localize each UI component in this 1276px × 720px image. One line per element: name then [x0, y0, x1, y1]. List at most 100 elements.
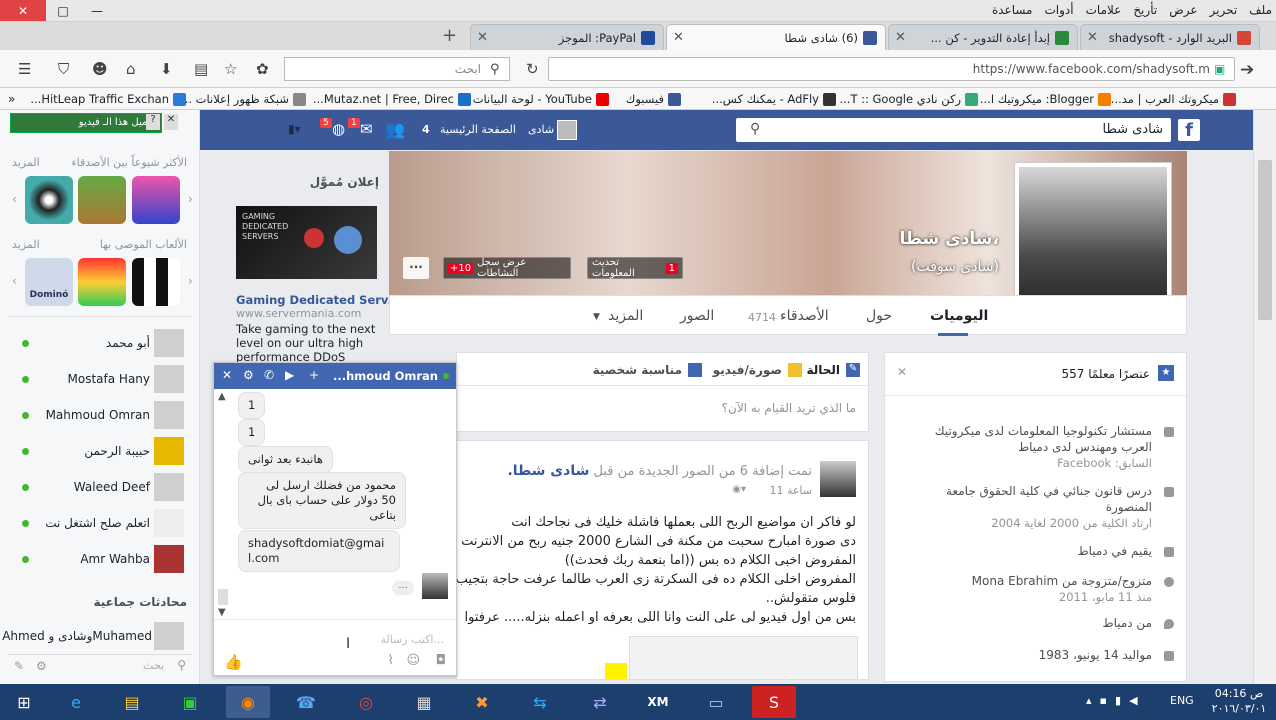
network-icon[interactable]: ▮ — [1115, 694, 1121, 707]
xm-app-icon[interactable]: XM — [636, 686, 680, 718]
close-icon[interactable]: ✕ — [164, 114, 178, 130]
clipboard-icon[interactable]: ▤ — [194, 60, 208, 78]
chat-message-input[interactable]: اكتب رسالة... — [380, 633, 444, 646]
menu-view[interactable]: عرض — [1169, 3, 1197, 17]
contact-item[interactable]: Mahmoud Omran — [12, 400, 192, 430]
screen-recorder-icon[interactable]: S — [752, 686, 796, 718]
phone-app-icon[interactable]: ☎ — [284, 686, 328, 718]
window-app-icon[interactable]: ▭ — [694, 686, 738, 718]
status-tab[interactable]: الحالة — [806, 363, 840, 377]
phone-icon[interactable]: ✆ — [264, 368, 274, 382]
edit-icon[interactable]: ✎ — [14, 659, 24, 673]
contact-item[interactable]: أبو محمد — [12, 328, 192, 358]
ad-title-link[interactable]: Gaming Dedicated Serv... — [236, 293, 401, 307]
post-photo[interactable] — [629, 636, 858, 679]
contact-item[interactable]: Mostafa Hany — [12, 364, 192, 394]
globe-icon[interactable]: ◍ — [332, 120, 345, 138]
tab-facebook[interactable]: (6) شادى شطا ✕ — [666, 24, 886, 50]
intro-text[interactable]: من دمياط — [922, 615, 1152, 631]
chevron-up-icon[interactable]: ▲ — [218, 391, 226, 402]
contact-item[interactable]: Waleed Deef — [12, 472, 192, 502]
back-arrow-icon[interactable]: ➔ — [1240, 60, 1254, 80]
update-info-button[interactable]: تحديث المعلومات 1 — [587, 257, 683, 279]
close-tab-icon[interactable]: ✕ — [1087, 30, 1098, 45]
internet-explorer-icon[interactable]: e — [54, 686, 98, 718]
tab-recycle[interactable]: إبدأ إعادة التدوير - كن ... ✕ — [888, 24, 1078, 50]
lock-icon[interactable]: ▮▾ — [288, 122, 301, 136]
intro-text[interactable]: درس قانون جنائي في كلية الحقوق جامعة الم… — [922, 483, 1152, 515]
bookmark-item[interactable]: YouTube - لوحة البيانات — [473, 92, 609, 106]
bookmark-item[interactable]: ركن نادي T :: Google... — [839, 92, 978, 106]
thumbs-up-icon[interactable]: 👍 — [224, 653, 243, 671]
profile-name[interactable]: شادى شطا، — [900, 229, 999, 249]
home-icon[interactable]: ⌂ — [126, 60, 136, 78]
close-tab-icon[interactable]: ✕ — [673, 30, 684, 45]
game-domino-icon[interactable]: Dominó — [25, 258, 73, 306]
chevron-left-icon[interactable]: ‹ — [12, 192, 17, 206]
chevron-right-icon[interactable]: › — [188, 192, 193, 206]
menu-icon[interactable]: ☰ — [18, 60, 31, 78]
contact-item[interactable]: حبيبة الرحمن — [12, 436, 192, 466]
post-photo-thumb[interactable] — [605, 663, 627, 679]
bookmark-item[interactable]: Blogger: ميكروتيك ا... — [980, 92, 1111, 106]
messages-icon[interactable]: ✉ — [360, 120, 373, 138]
profile-link[interactable]: شادى — [528, 123, 554, 136]
chevron-right-icon[interactable]: › — [188, 274, 193, 288]
more-options-button[interactable]: ... — [403, 257, 429, 279]
tab-friends[interactable]: الأصدقاء — [780, 308, 829, 324]
shield-icon[interactable]: ⛉ — [58, 60, 69, 78]
game-checkers-icon[interactable] — [132, 258, 180, 306]
chrome-icon[interactable]: ◎ — [344, 686, 388, 718]
game-puzzle-icon[interactable] — [132, 176, 180, 224]
page-scrollbar[interactable] — [1253, 110, 1276, 684]
bookmark-item[interactable]: ميكروتك العرب | مد... — [1111, 92, 1236, 106]
download-icon[interactable]: ⬇ — [160, 60, 173, 78]
tab-photos[interactable]: الصور — [680, 308, 714, 324]
game-candy-icon[interactable] — [78, 258, 126, 306]
composer-input[interactable]: ما الذي تريد القيام به الآن؟ — [722, 401, 856, 415]
post-author[interactable]: شادى شطا. — [507, 463, 589, 479]
search-icon[interactable]: ⚲ — [750, 121, 760, 137]
tray-icon[interactable]: ▪ — [1100, 694, 1107, 707]
more-link[interactable]: المزيد — [12, 156, 40, 169]
store-icon[interactable]: ▣ — [168, 686, 212, 718]
emoji-icon[interactable]: ☺ — [406, 653, 420, 668]
xampp-icon[interactable]: ✖ — [460, 686, 504, 718]
chat-icon[interactable]: ☻ — [92, 60, 108, 78]
tab-timeline[interactable]: اليوميات — [930, 308, 988, 324]
more-link[interactable]: المزيد — [12, 238, 40, 251]
close-tab-icon[interactable]: ✕ — [477, 30, 488, 45]
intro-text[interactable]: يقيم في دمياط — [922, 543, 1152, 559]
reload-icon[interactable]: ↻ — [526, 60, 539, 78]
bookmark-item[interactable]: Mutaz.net | Free, Direc... — [313, 92, 471, 106]
terminal-icon[interactable]: ▦ — [402, 686, 446, 718]
language-indicator[interactable]: ENG — [1170, 694, 1194, 707]
start-button-icon[interactable]: ⊞ — [2, 686, 46, 718]
tray-icon[interactable]: ▴ — [1086, 694, 1092, 707]
tab-more[interactable]: المزيد — [608, 308, 643, 324]
menu-bookmarks[interactable]: علامات — [1086, 3, 1122, 17]
ad-banner-image[interactable]: GAMING DEDICATED SERVERS — [236, 206, 377, 279]
game-8ball-icon[interactable] — [25, 176, 73, 224]
audience-icon[interactable]: ◉▾ — [732, 484, 746, 495]
minimize-window-button[interactable]: — — [80, 0, 114, 21]
search-input[interactable]: ابحث — [284, 57, 510, 81]
settings-icon[interactable]: ⚙ — [36, 659, 47, 673]
menu-edit[interactable]: تحرير — [1210, 3, 1238, 17]
extension-icon[interactable]: ✿ — [256, 60, 269, 78]
url-input[interactable]: https://www.facebook.com/shadysoft.m — [548, 57, 1235, 81]
contact-item[interactable]: Amr Wahba — [12, 544, 192, 574]
search-icon[interactable]: ⚲ — [177, 658, 186, 672]
menu-history[interactable]: تأريخ — [1133, 3, 1157, 17]
life-event-tab[interactable]: مناسبة شخصية — [593, 363, 682, 377]
facebook-logo-icon[interactable]: f — [1178, 119, 1200, 141]
avatar[interactable] — [820, 461, 856, 497]
scrollbar-thumb[interactable] — [1258, 160, 1272, 320]
tagged-items-count[interactable]: 557 عنصرًا معلمًا — [1062, 367, 1150, 381]
scrollbar-thumb[interactable] — [218, 589, 228, 605]
ad-url[interactable]: www.servermania.com — [236, 307, 361, 320]
star-icon[interactable]: ☆ — [224, 60, 237, 78]
home-link[interactable]: الصفحة الرئيسية — [440, 123, 516, 136]
game-hunting-icon[interactable] — [78, 176, 126, 224]
tab-paypal[interactable]: PayPal: الموجز ✕ — [470, 24, 664, 50]
